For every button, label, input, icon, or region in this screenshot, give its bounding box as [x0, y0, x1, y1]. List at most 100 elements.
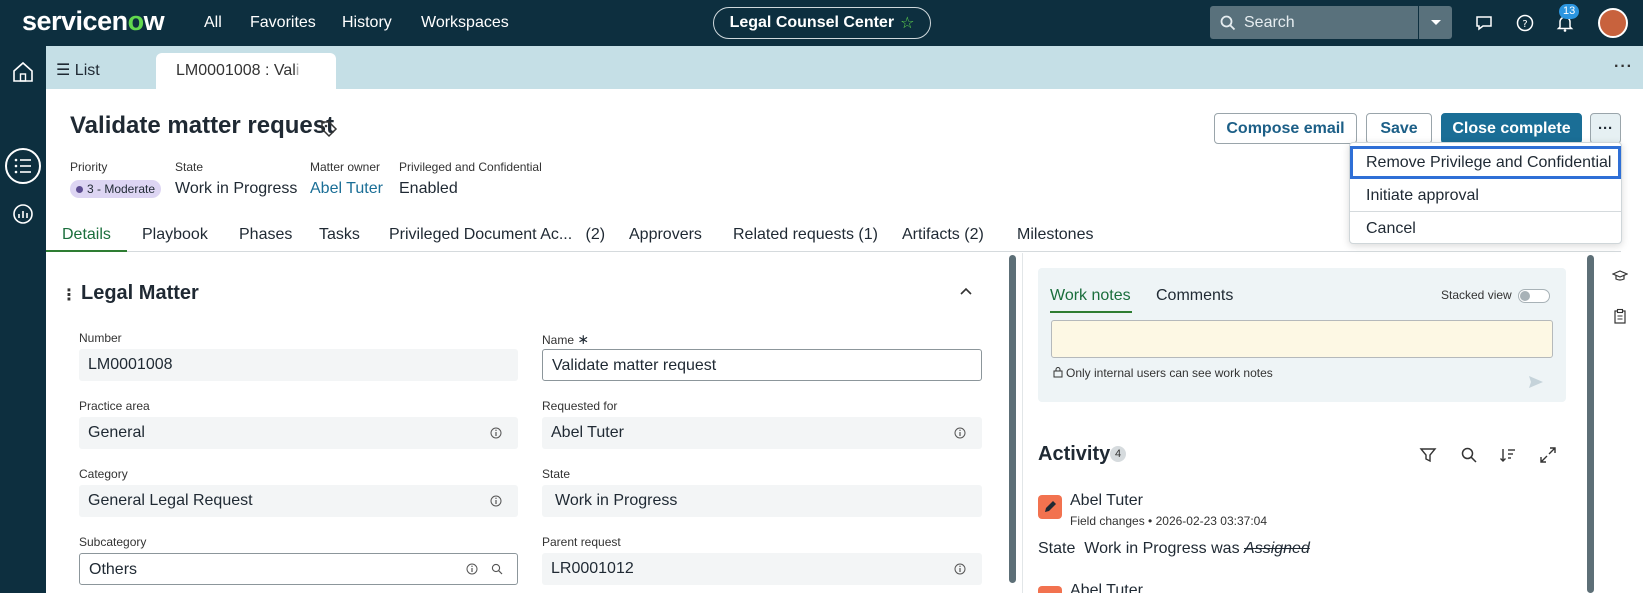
- menu-item-remove-privilege[interactable]: Remove Privilege and Confidential: [1350, 146, 1621, 179]
- notes-tab-underline: [1050, 311, 1132, 313]
- state-value: Work in Progress: [175, 180, 298, 197]
- info-icon[interactable]: [954, 563, 966, 575]
- requested-for-value: Abel Tuter: [551, 424, 624, 441]
- section-title: Legal Matter: [81, 282, 199, 304]
- number-field: LM0001008: [79, 349, 518, 381]
- form-scrollbar[interactable]: [1009, 255, 1016, 583]
- privileged-label: Privileged and Confidential: [399, 160, 542, 174]
- search-icon[interactable]: [491, 563, 503, 575]
- requested-for-field: Abel Tuter: [542, 417, 982, 449]
- servicenow-logo[interactable]: servicenow: [22, 6, 165, 37]
- info-icon[interactable]: [490, 495, 502, 507]
- top-navigation-bar: servicenow All Favorites History Workspa…: [0, 0, 1643, 46]
- compose-email-button[interactable]: Compose email: [1214, 113, 1357, 144]
- svg-text:?: ?: [1522, 19, 1527, 30]
- search-icon[interactable]: [1460, 446, 1478, 464]
- tab-work-notes[interactable]: Work notes: [1050, 287, 1131, 305]
- graduation-cap-icon[interactable]: [1612, 268, 1628, 284]
- chat-icon[interactable]: [1474, 13, 1494, 33]
- workspace-title: Legal Counsel Center: [729, 14, 895, 31]
- activity-timestamp: 2026-02-23 03:37:04: [1155, 514, 1268, 528]
- close-complete-button[interactable]: Close complete: [1441, 113, 1582, 144]
- activity-scrollbar[interactable]: [1587, 255, 1594, 593]
- activity-type: Field changes: [1070, 514, 1145, 528]
- tab-phases[interactable]: Phases: [239, 226, 292, 244]
- name-label-text: Name: [542, 333, 575, 347]
- tab-privileged-documents[interactable]: Privileged Document Ac... (2): [389, 226, 605, 244]
- matter-owner-link[interactable]: Abel Tuter: [310, 180, 383, 198]
- workspace-title-pill[interactable]: Legal Counsel Center ☆: [713, 7, 931, 39]
- more-actions-button[interactable]: ···: [1590, 113, 1621, 144]
- name-field[interactable]: Validate matter request: [542, 349, 982, 381]
- filter-icon[interactable]: [1419, 446, 1437, 464]
- field-change-icon: [1038, 586, 1062, 593]
- nav-link-history[interactable]: History: [342, 14, 392, 32]
- state-field-label: State: [542, 467, 571, 481]
- record-tab-label-fade: i: [295, 62, 300, 79]
- more-actions-menu: Remove Privilege and Confidential Initia…: [1349, 142, 1622, 244]
- stacked-view-toggle[interactable]: [1518, 289, 1550, 303]
- activity-change: State Work in Progress was Assigned: [1038, 540, 1310, 558]
- sort-icon[interactable]: [1499, 446, 1517, 464]
- home-icon[interactable]: [11, 60, 35, 84]
- info-icon[interactable]: [466, 563, 478, 575]
- subcategory-label: Subcategory: [79, 535, 147, 549]
- record-tab-label: LM0001008 : Val: [176, 62, 296, 79]
- send-icon[interactable]: [1528, 374, 1544, 390]
- nav-link-workspaces[interactable]: Workspaces: [421, 14, 509, 32]
- required-icon: ∗: [577, 331, 590, 347]
- help-icon[interactable]: ?: [1515, 13, 1535, 33]
- priority-value: 3 - Moderate: [87, 182, 156, 196]
- list-tab[interactable]: ☰ List: [56, 60, 100, 80]
- work-notes-input[interactable]: [1051, 320, 1553, 358]
- clipboard-icon[interactable]: [1612, 308, 1628, 324]
- save-button[interactable]: Save: [1366, 113, 1432, 144]
- stacked-view-label: Stacked view: [1441, 288, 1512, 302]
- list-tab-label: List: [74, 62, 100, 79]
- category-label: Category: [79, 467, 128, 481]
- info-icon[interactable]: [954, 427, 966, 439]
- list-icon[interactable]: [11, 154, 35, 178]
- avatar[interactable]: [1598, 8, 1628, 38]
- subcategory-value: Others: [89, 561, 138, 578]
- chevron-down-icon: [1430, 19, 1441, 25]
- chevron-up-icon[interactable]: [958, 284, 974, 300]
- menu-item-cancel[interactable]: Cancel: [1350, 212, 1621, 245]
- priority-dot: [76, 185, 83, 193]
- work-notes-hint: Only internal users can see work notes: [1066, 366, 1273, 380]
- expand-icon[interactable]: [1539, 446, 1557, 464]
- search-input[interactable]: Search: [1210, 6, 1418, 39]
- priority-badge: 3 - Moderate: [70, 180, 162, 198]
- parent-request-value: LR0001012: [551, 560, 634, 577]
- matter-owner-label: Matter owner: [310, 160, 381, 174]
- menu-item-initiate-approval[interactable]: Initiate approval: [1350, 179, 1621, 212]
- tab-milestones[interactable]: Milestones: [1017, 226, 1093, 244]
- tab-tasks[interactable]: Tasks: [319, 226, 360, 244]
- record-tab[interactable]: LM0001008 : Vali: [156, 53, 336, 89]
- search-placeholder: Search: [1244, 13, 1295, 31]
- parent-request-field: LR0001012: [542, 553, 982, 585]
- nav-link-favorites[interactable]: Favorites: [250, 14, 316, 32]
- info-icon[interactable]: [490, 427, 502, 439]
- tab-related-requests[interactable]: Related requests (1): [733, 226, 878, 244]
- star-icon[interactable]: ☆: [900, 13, 914, 33]
- requested-for-label: Requested for: [542, 399, 618, 413]
- tab-bar-more-button[interactable]: ···: [1614, 58, 1633, 76]
- activity-old-value: Assigned: [1244, 540, 1310, 557]
- nav-link-all[interactable]: All: [204, 14, 222, 32]
- practice-area-value: General: [88, 424, 145, 441]
- activity-field: State: [1038, 540, 1076, 557]
- tab-playbook[interactable]: Playbook: [142, 226, 208, 244]
- number-label: Number: [79, 331, 122, 345]
- tab-artifacts[interactable]: Artifacts (2): [902, 226, 984, 244]
- tab-approvers[interactable]: Approvers: [629, 226, 702, 244]
- tag-icon[interactable]: [320, 120, 338, 138]
- analytics-icon[interactable]: [11, 202, 35, 226]
- activity-author: Abel Tuter: [1070, 582, 1143, 593]
- tab-details[interactable]: Details: [62, 226, 111, 244]
- section-menu-icon[interactable]: ⋮: [61, 285, 77, 305]
- search-scope-dropdown[interactable]: [1419, 6, 1452, 39]
- tab-comments[interactable]: Comments: [1156, 287, 1233, 305]
- state-field: Work in Progress: [542, 485, 982, 517]
- subcategory-field[interactable]: Others: [79, 553, 518, 585]
